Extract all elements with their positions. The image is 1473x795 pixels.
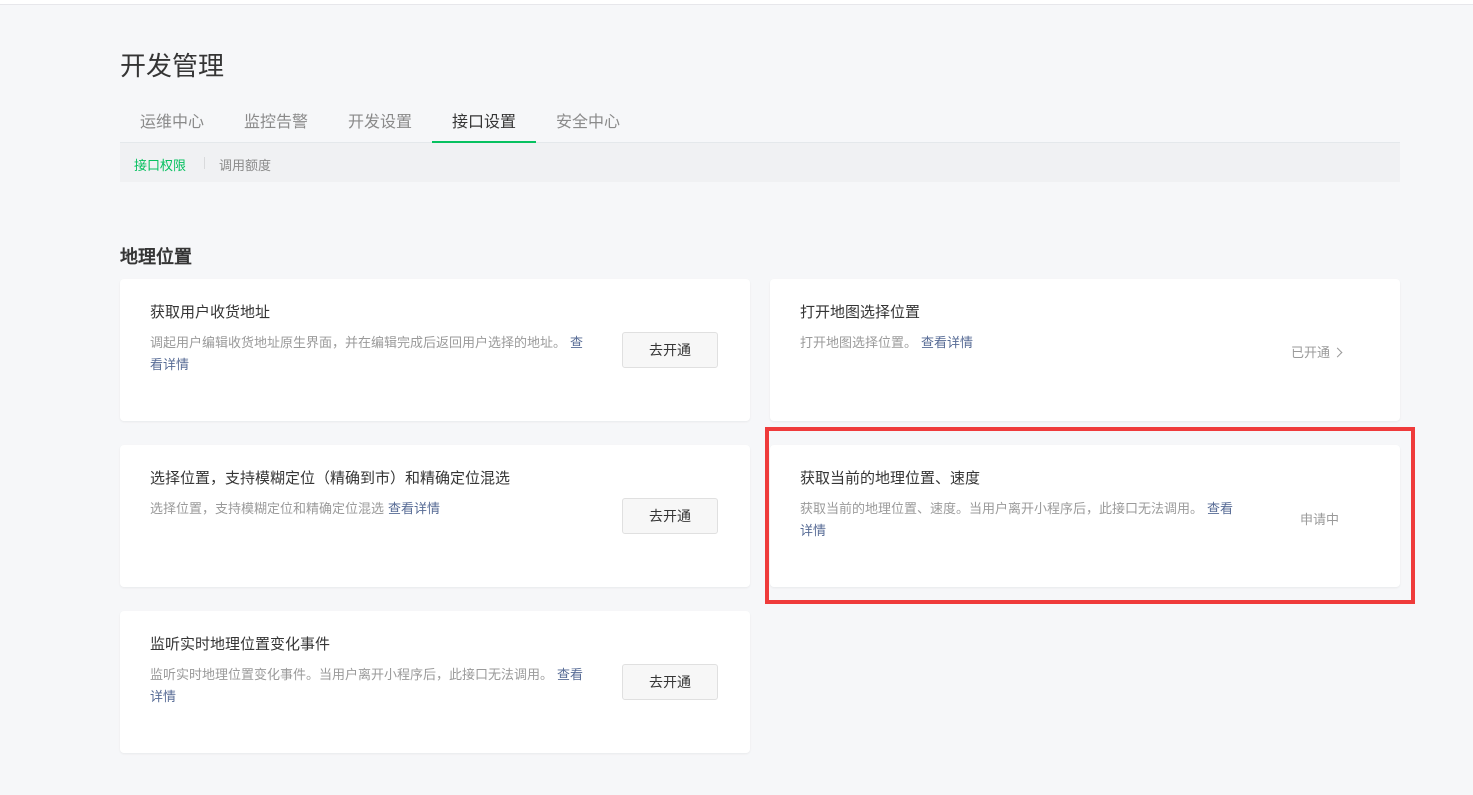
enable-button[interactable]: 去开通 <box>622 664 718 700</box>
card-desc-text: 选择位置，支持模糊定位和精确定位混选 <box>150 502 385 517</box>
enable-button[interactable]: 去开通 <box>622 498 718 534</box>
card-title: 监听实时地理位置变化事件 <box>150 635 331 653</box>
subtab-divider <box>204 157 205 169</box>
section-title: 地理位置 <box>120 247 192 268</box>
status-enabled[interactable]: 已开通 <box>1291 342 1343 361</box>
tab-api-settings[interactable]: 接口设置 <box>432 100 536 143</box>
enable-button[interactable]: 去开通 <box>622 332 718 368</box>
subtab-call-quota[interactable]: 调用额度 <box>219 155 271 174</box>
view-details-link[interactable]: 查看详情 <box>921 336 973 351</box>
status-label: 已开通 <box>1291 346 1331 361</box>
card-desc-text: 打开地图选择位置。 <box>800 336 918 351</box>
card-description: 打开地图选择位置。 查看详情 <box>800 333 1240 355</box>
main-tabs: 运维中心 监控告警 开发设置 接口设置 安全中心 <box>120 100 1400 143</box>
sub-tabs: 接口权限 调用额度 <box>120 143 1400 182</box>
card-description: 选择位置，支持模糊定位和精确定位混选 查看详情 <box>150 499 590 521</box>
card-title: 打开地图选择位置 <box>800 303 921 321</box>
card-description: 监听实时地理位置变化事件。当用户离开小程序后，此接口无法调用。 查看详情 <box>150 665 590 709</box>
api-card-location-change-listener: 监听实时地理位置变化事件 监听实时地理位置变化事件。当用户离开小程序后，此接口无… <box>120 611 750 753</box>
tab-dev-settings[interactable]: 开发设置 <box>328 100 432 143</box>
tab-security-center[interactable]: 安全中心 <box>536 100 640 143</box>
api-card-choose-location-fuzzy: 选择位置，支持模糊定位（精确到市）和精确定位混选 选择位置，支持模糊定位和精确定… <box>120 445 750 587</box>
highlight-annotation-box <box>765 427 1415 604</box>
card-desc-text: 监听实时地理位置变化事件。当用户离开小程序后，此接口无法调用。 <box>150 668 554 683</box>
card-title: 获取用户收货地址 <box>150 303 271 321</box>
card-desc-text: 调起用户编辑收货地址原生界面，并在编辑完成后返回用户选择的地址。 <box>150 336 567 351</box>
subtab-api-permissions[interactable]: 接口权限 <box>134 155 186 174</box>
page-title: 开发管理 <box>120 52 225 82</box>
api-card-choose-location-map: 打开地图选择位置 打开地图选择位置。 查看详情 已开通 <box>770 279 1400 421</box>
top-border <box>0 0 1473 5</box>
api-card-shipping-address: 获取用户收货地址 调起用户编辑收货地址原生界面，并在编辑完成后返回用户选择的地址… <box>120 279 750 421</box>
tab-monitoring-alerts[interactable]: 监控告警 <box>224 100 328 143</box>
card-title: 选择位置，支持模糊定位（精确到市）和精确定位混选 <box>150 469 511 487</box>
chevron-right-icon <box>1332 347 1343 358</box>
card-description: 调起用户编辑收货地址原生界面，并在编辑完成后返回用户选择的地址。 查看详情 <box>150 333 590 377</box>
tab-ops-center[interactable]: 运维中心 <box>120 100 224 143</box>
view-details-link[interactable]: 查看详情 <box>388 502 440 517</box>
